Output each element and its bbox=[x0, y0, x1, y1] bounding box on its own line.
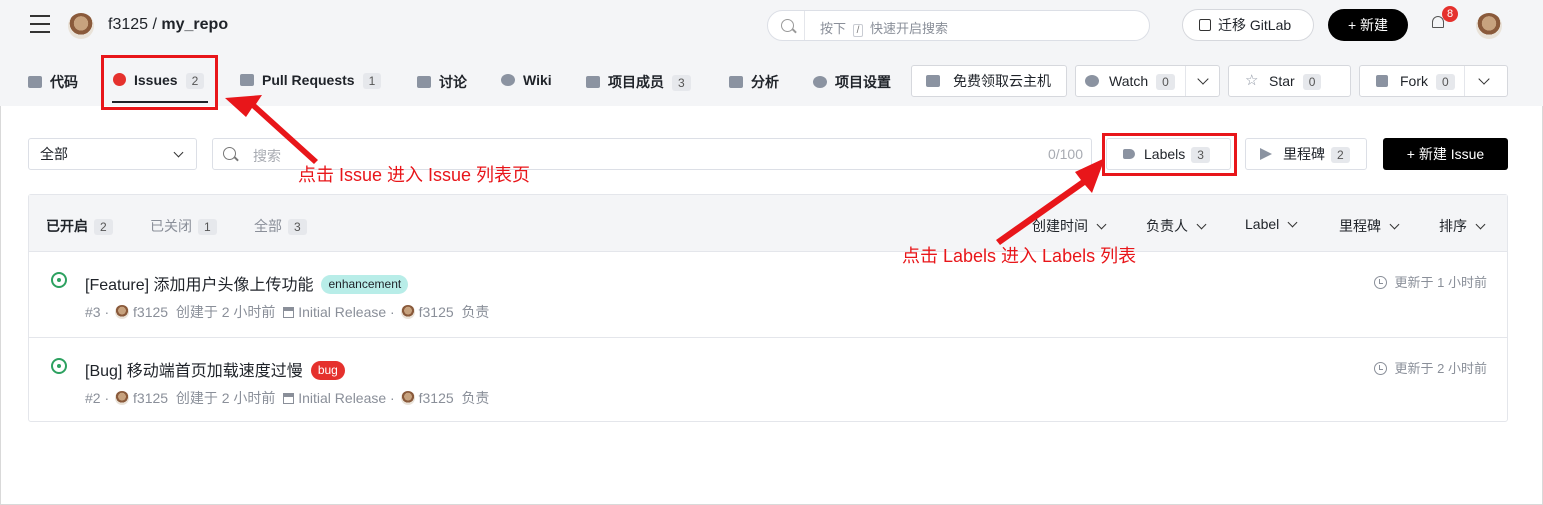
annotation-arrows bbox=[225, 95, 1105, 245]
arrow-to-issues-tab bbox=[225, 95, 318, 164]
arrow-to-labels-button bbox=[996, 158, 1105, 245]
labels-annotation-text: 点击 Labels 进入 Labels 列表 bbox=[902, 246, 1137, 266]
issues-annotation-text: 点击 Issue 进入 Issue 列表页 bbox=[298, 165, 531, 185]
